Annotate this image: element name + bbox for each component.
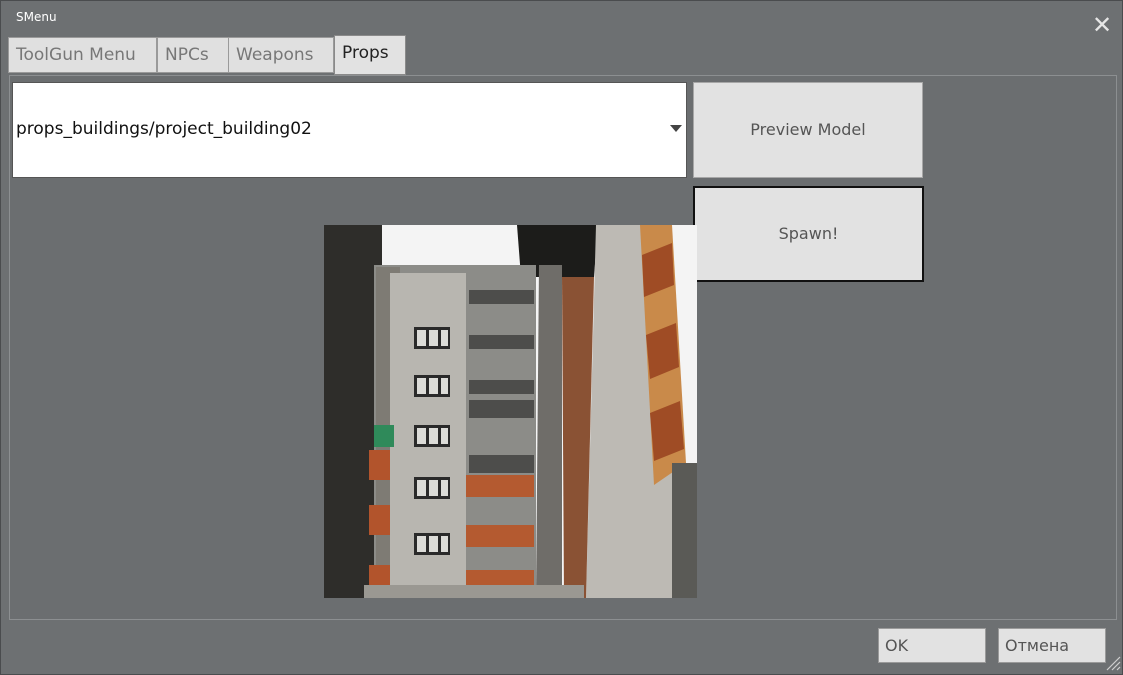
tab-npcs[interactable]: NPCs	[157, 37, 229, 73]
close-icon[interactable]: ✕	[1090, 13, 1114, 37]
tab-toolgun-menu[interactable]: ToolGun Menu	[8, 37, 157, 73]
building-render	[324, 225, 697, 598]
tab-weapons[interactable]: Weapons	[228, 37, 334, 73]
cancel-button[interactable]: Отмена	[998, 628, 1106, 663]
chevron-down-icon	[670, 125, 682, 132]
spawn-button[interactable]: Spawn!	[693, 186, 924, 282]
model-preview-image	[324, 225, 697, 598]
resize-grip-icon[interactable]	[1103, 653, 1121, 671]
ok-button[interactable]: OK	[878, 628, 986, 663]
model-select-value: props_buildings/project_building02	[16, 119, 312, 139]
smenu-window: SMenu ✕ ToolGun Menu NPCs Weapons Props …	[0, 0, 1123, 675]
model-select[interactable]: props_buildings/project_building02	[12, 82, 687, 178]
tab-props[interactable]: Props	[334, 35, 406, 75]
window-title: SMenu	[16, 10, 57, 24]
preview-model-button[interactable]: Preview Model	[693, 82, 923, 178]
